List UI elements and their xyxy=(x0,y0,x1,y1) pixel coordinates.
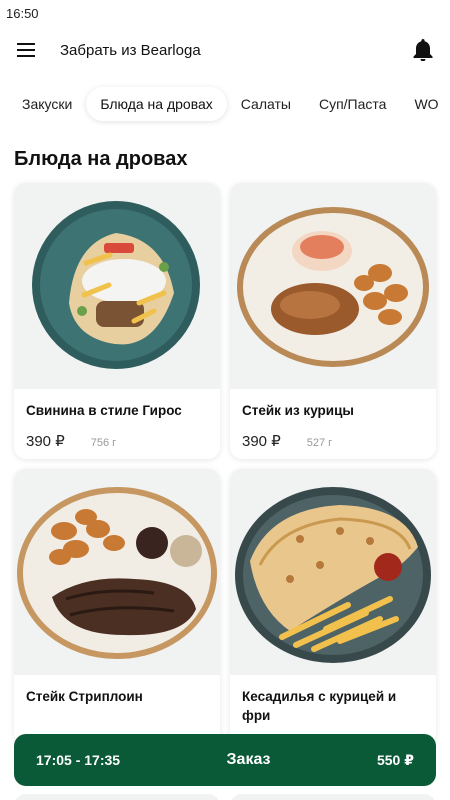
product-card-quesadilla[interactable]: Кесадилья с курицей и фри xyxy=(230,469,436,745)
tab-sup-pasta[interactable]: Суп/Паста xyxy=(305,87,400,121)
product-image-quesadilla xyxy=(230,469,436,675)
next-cards-peek xyxy=(14,794,436,800)
product-price: 390 ₽ xyxy=(242,433,281,450)
order-total: 550 ₽ xyxy=(376,751,414,768)
product-card-gyros[interactable]: Свинина в стиле Гирос 390 ₽ 756 г xyxy=(14,183,220,459)
product-card-peek xyxy=(230,794,436,800)
product-card-striploin[interactable]: Стейк Стриплоин xyxy=(14,469,220,745)
product-image-gyros xyxy=(14,183,220,389)
app-header: Забрать из Bearloga xyxy=(0,26,450,74)
product-name: Кесадилья с курицей и фри xyxy=(242,689,397,723)
product-image-chicken-steak xyxy=(230,183,436,389)
order-button[interactable]: 17:05 - 17:35 Заказ 550 ₽ xyxy=(14,734,436,786)
tab-zakuski[interactable]: Закуски xyxy=(22,87,86,121)
tab-bluda-na-drovah[interactable]: Блюда на дровах xyxy=(86,87,227,121)
product-grid: Свинина в стиле Гирос 390 ₽ 756 г Стейк … xyxy=(0,171,450,745)
product-card-peek xyxy=(14,794,220,800)
order-time: 17:05 - 17:35 xyxy=(36,752,121,768)
product-name: Стейк Стриплоин xyxy=(26,689,143,704)
order-label: Заказ xyxy=(226,751,271,768)
product-weight: 527 г xyxy=(306,437,333,449)
menu-icon[interactable] xyxy=(16,40,36,60)
product-weight: 756 г xyxy=(90,437,117,449)
product-name: Стейк из курицы xyxy=(242,403,354,418)
tab-wok[interactable]: WO xyxy=(400,87,450,121)
tab-salaty[interactable]: Салаты xyxy=(227,87,305,121)
status-bar: 16:50 xyxy=(0,0,450,26)
product-name: Свинина в стиле Гирос xyxy=(26,403,182,418)
section-title: Блюда на дровах xyxy=(14,148,188,170)
product-image-striploin xyxy=(14,469,220,675)
status-time: 16:50 xyxy=(6,6,39,21)
bell-icon[interactable] xyxy=(410,37,436,63)
product-price: 390 ₽ xyxy=(26,433,65,450)
product-card-chicken-steak[interactable]: Стейк из курицы 390 ₽ 527 г xyxy=(230,183,436,459)
category-tabs: Закуски Блюда на дровах Салаты Суп/Паста… xyxy=(0,74,450,126)
header-title[interactable]: Забрать из Bearloga xyxy=(60,42,410,59)
